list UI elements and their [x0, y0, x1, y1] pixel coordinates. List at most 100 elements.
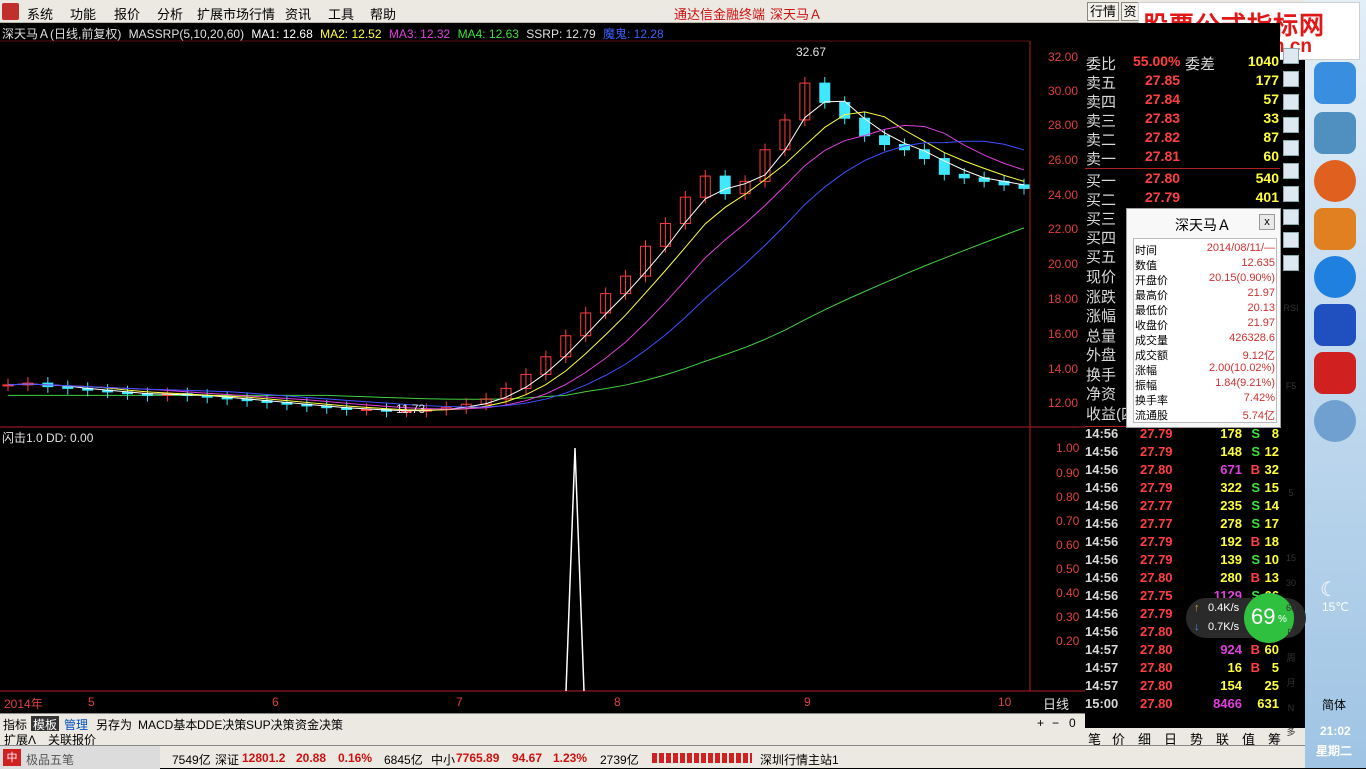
zoom-in-button[interactable]: + [1037, 716, 1044, 730]
memory-pct: 69 [1251, 604, 1276, 629]
bid-row[interactable]: 买二 27.79 401 [1085, 189, 1280, 209]
desktop-icon[interactable] [1314, 112, 1356, 154]
menu-help[interactable]: 帮助 [370, 4, 396, 23]
side-tool-button[interactable]: 30 [1283, 575, 1299, 591]
chart-area[interactable]: 深天马Ａ(日线,前复权) MASSRP(5,10,20,60) MA1: 12.… [0, 23, 1085, 713]
side-tool-icon[interactable] [1283, 48, 1299, 64]
ie-icon[interactable] [1314, 62, 1356, 104]
tick-side: B [1250, 462, 1260, 477]
download-icon[interactable] [1314, 208, 1356, 250]
ask-row[interactable]: 卖二 27.82 87 [1085, 129, 1280, 149]
side-tool-button[interactable]: RSI [1283, 300, 1299, 316]
signal-spike [565, 447, 585, 692]
search-app-icon[interactable] [1314, 256, 1356, 298]
tick-side: S [1251, 516, 1260, 531]
menu-system[interactable]: 系统 [27, 4, 53, 23]
data-popup: 深天马Ａ x 时间 2014/08/11/— 数值 12.635 开盘价 20.15(0.… [1126, 208, 1281, 428]
tick-row[interactable]: 14:56 27.77 278 S 17 [1085, 516, 1280, 534]
tick-time: 14:56 [1085, 516, 1119, 531]
tick-row[interactable]: 14:57 27.80 924 B 60 [1085, 642, 1280, 660]
info-button[interactable]: 资 [1121, 2, 1139, 21]
menu-quote[interactable]: 报价 [114, 4, 140, 23]
ask-volume: 33 [1263, 110, 1279, 126]
tick-row[interactable]: 14:56 27.80 280 B 13 [1085, 570, 1280, 588]
menu-news[interactable]: 资讯 [285, 4, 311, 23]
tick-side: B [1250, 534, 1260, 549]
side-tool-button[interactable]: 15 [1283, 550, 1299, 566]
period-label[interactable]: 日线 [1043, 694, 1069, 713]
menu-function[interactable]: 功能 [70, 4, 96, 23]
tick-row[interactable]: 14:57 27.80 16 B 5 [1085, 660, 1280, 678]
ask-price: 27.83 [1145, 110, 1181, 126]
bid-price: 27.79 [1145, 189, 1181, 205]
side-tool-button[interactable]: N [1283, 700, 1299, 716]
side-tool-button[interactable]: 5 [1283, 485, 1299, 501]
side-tool-icon[interactable] [1283, 209, 1299, 225]
tick-count: 18 [1264, 534, 1279, 549]
side-tool-icon[interactable] [1283, 71, 1299, 87]
side-tool-button[interactable]: 多 [1283, 724, 1299, 740]
side-tool-button[interactable]: F5 [1283, 378, 1299, 394]
side-tool-icon[interactable] [1283, 232, 1299, 248]
ask-price: 27.82 [1145, 129, 1181, 145]
clock-time[interactable]: 21:02 [1320, 724, 1351, 738]
quote-button[interactable]: 行情 [1087, 2, 1119, 21]
popup-key: 成交量 [1135, 335, 1168, 347]
tick-row[interactable]: 15:00 27.80 8466 631 [1085, 696, 1280, 714]
tick-price: 27.80 [1140, 624, 1173, 639]
popup-close-button[interactable]: x [1259, 214, 1275, 230]
palette-icon[interactable] [1314, 400, 1356, 442]
menu-tools[interactable]: 工具 [328, 4, 354, 23]
language-indicator[interactable]: 简体 [1322, 696, 1346, 713]
ask-row[interactable]: 卖五 27.85 177 [1085, 72, 1280, 92]
app-icon[interactable] [2, 3, 19, 20]
ask-volume: 60 [1263, 148, 1279, 164]
bid-label: 买五 [1086, 249, 1117, 266]
bid-row[interactable]: 买一 27.80 540 [1085, 170, 1280, 190]
price-tick: 26.00 [1048, 153, 1079, 167]
stock-app-icon[interactable] [1314, 304, 1356, 346]
popup-value: 1.84(9.21%) [1215, 377, 1275, 389]
popup-key: 数值 [1135, 260, 1157, 272]
server-name[interactable]: 深圳行情主站1 [760, 751, 839, 768]
red-app-icon[interactable] [1314, 352, 1356, 394]
zoom-reset-button[interactable]: 0 [1069, 716, 1076, 730]
tick-row[interactable]: 14:56 27.79 139 S 10 [1085, 552, 1280, 570]
tick-row[interactable]: 14:56 27.80 671 B 32 [1085, 462, 1280, 480]
side-tool-icon[interactable] [1283, 140, 1299, 156]
side-tool-icon[interactable] [1283, 94, 1299, 110]
ask-row[interactable]: 卖四 27.84 57 [1085, 91, 1280, 111]
time-tick: 7 [456, 695, 463, 709]
menu-extended-market[interactable]: 扩展市场行情 [197, 4, 275, 23]
zoom-out-button[interactable]: − [1052, 716, 1059, 730]
low-annotation: 11.73 [396, 402, 426, 416]
browser-icon[interactable] [1314, 160, 1356, 202]
ask-volume: 87 [1263, 129, 1279, 145]
tick-row[interactable]: 14:56 27.77 235 S 14 [1085, 498, 1280, 516]
tick-row[interactable]: 14:56 27.79 148 S 12 [1085, 444, 1280, 462]
sub-tick: 0.90 [1056, 466, 1080, 480]
side-tool-icon[interactable] [1283, 186, 1299, 202]
menu-analysis[interactable]: 分析 [157, 4, 183, 23]
tick-row[interactable]: 14:56 27.79 178 S 8 [1085, 426, 1280, 444]
tick-side: S [1251, 444, 1260, 459]
side-tool-icon[interactable] [1283, 163, 1299, 179]
side-tool-icon[interactable] [1283, 255, 1299, 271]
side-tool-button[interactable]: 周 [1283, 650, 1299, 666]
tick-row[interactable]: 14:57 27.80 154 25 [1085, 678, 1280, 696]
ask-row[interactable]: 卖三 27.83 33 [1085, 110, 1280, 130]
tick-row[interactable]: 14:56 27.79 322 S 15 [1085, 480, 1280, 498]
side-tool-icon[interactable] [1283, 117, 1299, 133]
candlestick-chart[interactable] [0, 23, 1085, 713]
ask-volume: 177 [1255, 72, 1279, 88]
side-tool-button[interactable]: 日 [1283, 625, 1299, 641]
ask-row[interactable]: 卖一 27.81 60 [1085, 148, 1280, 168]
popup-row: 振幅 1.84(9.21%) [1133, 377, 1277, 392]
input-method-bar[interactable]: 中 极品五笔 [0, 746, 160, 769]
ask-price: 27.84 [1145, 91, 1181, 107]
side-tool-button[interactable]: 60 [1283, 600, 1299, 616]
tick-row[interactable]: 14:56 27.79 192 B 18 [1085, 534, 1280, 552]
side-tool-button[interactable]: 月 [1283, 675, 1299, 691]
quote-tab-bar: 笔 价 细 日 势 联 值 筹 [1085, 728, 1305, 747]
time-tick: 6 [272, 695, 279, 709]
